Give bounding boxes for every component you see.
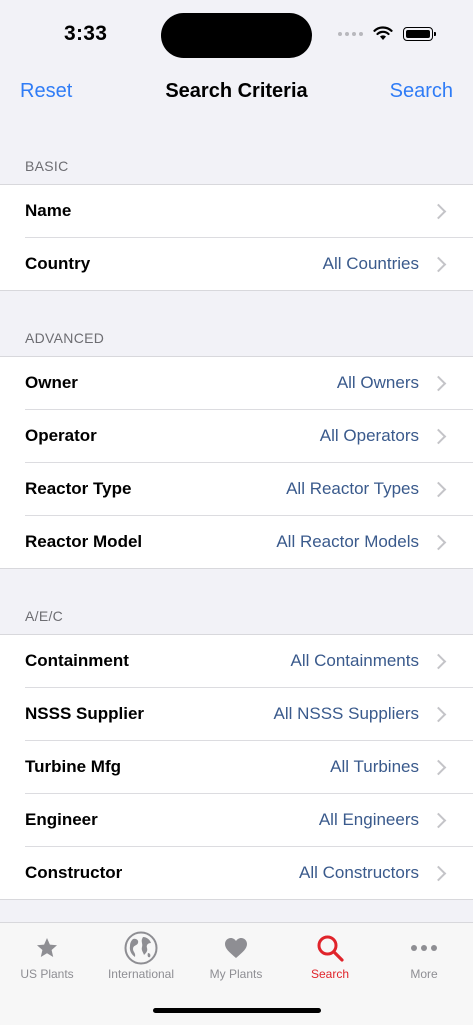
tab-more[interactable]: More	[377, 923, 471, 993]
status-time: 3:33	[64, 22, 108, 45]
row-label: Reactor Model	[25, 532, 143, 551]
navigation-bar: Reset Search Criteria Search	[0, 70, 473, 114]
home-indicator	[153, 1008, 321, 1013]
row-label: Owner	[25, 373, 78, 392]
chevron-right-icon	[430, 534, 447, 550]
row-label: Containment	[25, 651, 129, 670]
row-value: All Operators	[319, 426, 419, 445]
row-operator[interactable]: Operator All Operators	[25, 409, 473, 462]
chevron-right-icon	[430, 375, 447, 391]
row-label: Operator	[25, 426, 97, 445]
row-value: All Engineers	[318, 810, 419, 829]
chevron-right-icon	[430, 865, 447, 881]
row-constructor[interactable]: Constructor All Constructors	[25, 846, 473, 899]
row-value: All Reactor Types	[286, 479, 419, 498]
row-label: Constructor	[25, 863, 123, 882]
row-label: Name	[25, 201, 72, 220]
tab-my-plants[interactable]: My Plants	[189, 923, 283, 993]
tab-label: Search	[310, 967, 350, 981]
dynamic-island	[161, 13, 312, 58]
status-bar: 3:33	[0, 0, 473, 70]
row-label: Reactor Type	[25, 479, 132, 498]
row-value: All Countries	[322, 254, 419, 273]
tab-us-plants[interactable]: US Plants	[0, 923, 94, 993]
tab-search[interactable]: Search	[283, 923, 377, 993]
status-icons	[338, 26, 436, 41]
chevron-right-icon	[430, 481, 447, 497]
chevron-right-icon	[430, 203, 447, 219]
chevron-right-icon	[430, 653, 447, 669]
wifi-icon	[373, 26, 393, 40]
row-owner[interactable]: Owner All Owners	[0, 357, 473, 409]
row-containment[interactable]: Containment All Containments	[0, 635, 473, 687]
chevron-right-icon	[430, 428, 447, 444]
row-value: All Reactor Models	[276, 532, 419, 551]
battery-icon	[403, 26, 436, 41]
row-country[interactable]: Country All Countries	[25, 237, 473, 290]
cellular-signal-icon	[338, 31, 363, 36]
row-value: All Owners	[336, 373, 419, 392]
tab-label: My Plants	[209, 967, 263, 981]
row-value: All Containments	[290, 651, 419, 670]
row-label: Country	[25, 254, 91, 273]
section-header-basic: BASIC	[25, 158, 69, 174]
chevron-right-icon	[430, 759, 447, 775]
row-reactor-type[interactable]: Reactor Type All Reactor Types	[25, 462, 473, 515]
tab-label: International	[107, 967, 175, 981]
row-value: All NSSS Suppliers	[273, 704, 419, 723]
chevron-right-icon	[430, 812, 447, 828]
row-reactor-model[interactable]: Reactor Model All Reactor Models	[25, 515, 473, 568]
chevron-right-icon	[430, 256, 447, 272]
row-value: All Constructors	[299, 863, 419, 882]
advanced-group: Owner All Owners Operator All Operators …	[0, 356, 473, 569]
row-nsss-supplier[interactable]: NSSS Supplier All NSSS Suppliers	[25, 687, 473, 740]
search-button[interactable]: Search	[390, 80, 453, 103]
search-icon	[283, 931, 377, 965]
section-header-advanced: ADVANCED	[25, 330, 105, 346]
aec-group: Containment All Containments NSSS Suppli…	[0, 634, 473, 900]
tab-label: More	[410, 967, 438, 981]
more-icon	[377, 931, 471, 965]
row-value: All Turbines	[330, 757, 419, 776]
row-turbine-mfg[interactable]: Turbine Mfg All Turbines	[25, 740, 473, 793]
row-label: Engineer	[25, 810, 98, 829]
tab-international[interactable]: International	[94, 923, 188, 993]
chevron-right-icon	[430, 706, 447, 722]
section-header-aec: A/E/C	[25, 608, 64, 624]
row-engineer[interactable]: Engineer All Engineers	[25, 793, 473, 846]
row-label: Turbine Mfg	[25, 757, 121, 776]
tab-label: US Plants	[20, 967, 74, 981]
basic-group: Name Country All Countries	[0, 184, 473, 291]
globe-icon	[94, 931, 188, 965]
star-icon	[0, 931, 94, 965]
row-label: NSSS Supplier	[25, 704, 145, 723]
heart-icon	[189, 931, 283, 965]
row-name[interactable]: Name	[0, 185, 473, 237]
